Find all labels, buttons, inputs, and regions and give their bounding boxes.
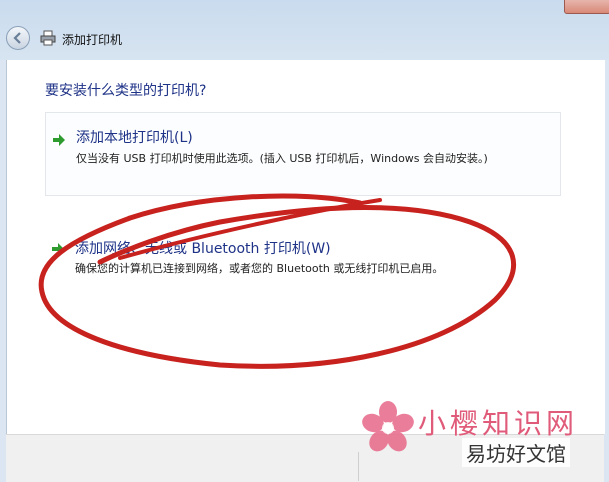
option-description: 仅当没有 USB 打印机时使用此选项。(插入 USB 打印机后，Windows …	[76, 152, 488, 165]
option-add-local-printer[interactable]: 添加本地打印机(L) 仅当没有 USB 打印机时使用此选项。(插入 USB 打印…	[45, 112, 561, 196]
page-question: 要安装什么类型的打印机?	[45, 83, 207, 99]
option-title: 添加本地打印机(L)	[76, 130, 193, 146]
watermark-text-primary: 小樱知识网	[418, 407, 579, 440]
green-arrow-icon	[53, 134, 65, 146]
watermark-text-secondary: 易坊好文馆	[462, 438, 570, 467]
back-arrow-icon	[13, 32, 21, 44]
cherry-blossom-logo	[362, 401, 414, 452]
back-button[interactable]	[6, 26, 30, 50]
option-title: 添加网络、无线或 Bluetooth 打印机(W)	[75, 241, 331, 257]
close-button[interactable]	[564, 0, 609, 14]
printer-icon	[40, 30, 56, 46]
option-description: 确保您的计算机已连接到网络，或者您的 Bluetooth 或无线打印机已启用。	[75, 262, 444, 275]
title-bar: 添加打印机	[0, 0, 609, 60]
footer-divider	[358, 452, 359, 481]
window-title: 添加打印机	[62, 33, 123, 47]
wizard-content: 要安装什么类型的打印机? 添加本地打印机(L) 仅当没有 USB 打印机时使用此…	[6, 60, 605, 434]
green-arrow-icon	[52, 243, 64, 255]
option-add-network-printer[interactable]: 添加网络、无线或 Bluetooth 打印机(W) 确保您的计算机已连接到网络，…	[45, 232, 561, 302]
